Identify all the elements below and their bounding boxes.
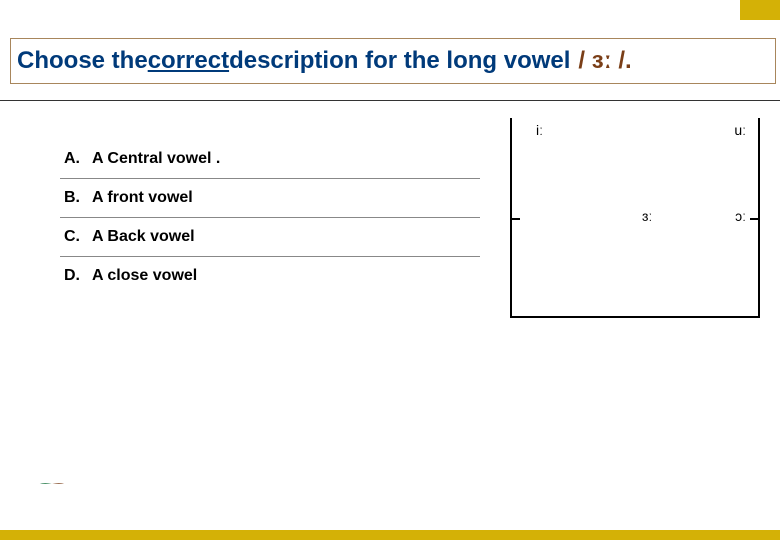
option-b[interactable]: B. A front vowel	[60, 179, 480, 218]
option-letter: C.	[64, 228, 92, 246]
option-text: A Central vowel .	[92, 150, 220, 168]
title-symbol: / ɜː /.	[578, 47, 631, 75]
option-letter: B.	[64, 189, 92, 207]
question-title: Choose the correct description for the l…	[10, 38, 776, 84]
option-text: A front vowel	[92, 189, 193, 207]
option-text: A Back vowel	[92, 228, 195, 246]
option-c[interactable]: C. A Back vowel	[60, 218, 480, 257]
chart-tick-left	[512, 218, 520, 220]
option-a[interactable]: A. A Central vowel .	[60, 140, 480, 179]
title-prefix: Choose the	[17, 47, 148, 75]
chart-label-ii: iː	[536, 122, 543, 138]
chart-tick-right	[750, 218, 758, 220]
option-d[interactable]: D. A close vowel	[60, 257, 480, 295]
chart-label-oo: ɔː	[735, 208, 746, 224]
vowel-chart: iː uː ɜː ɔː	[510, 118, 760, 318]
title-underlined: correct	[148, 47, 229, 75]
footer-bar	[0, 484, 780, 540]
option-text: A close vowel	[92, 267, 197, 285]
chart-label-uu: uː	[734, 122, 746, 138]
option-letter: D.	[64, 267, 92, 285]
options-list: A. A Central vowel . B. A front vowel C.…	[60, 140, 480, 295]
title-rest: description for the long vowel	[229, 47, 570, 75]
chart-label-schwa: ɜː	[642, 208, 652, 224]
option-letter: A.	[64, 150, 92, 168]
divider	[0, 100, 780, 101]
accent-corner	[740, 0, 780, 20]
